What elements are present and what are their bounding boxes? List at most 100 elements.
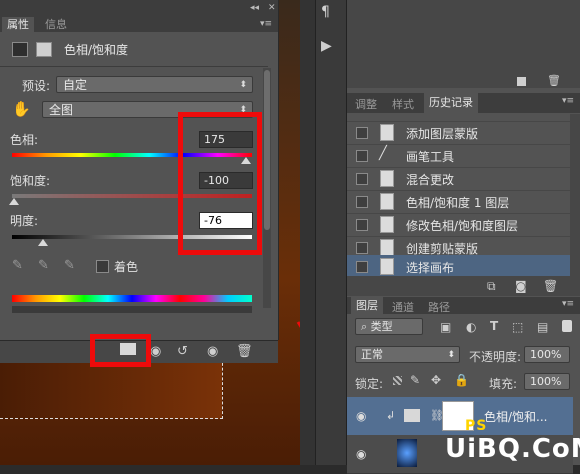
properties-scrollbar-thumb[interactable] [264, 70, 270, 230]
history-item[interactable]: 添加图层蒙版 [347, 121, 572, 145]
lock-pixels-icon[interactable]: ✎ [410, 373, 420, 387]
document-icon [380, 258, 394, 275]
trash-icon[interactable]: 🗑 [547, 74, 561, 87]
tab-channels[interactable]: 通道 [392, 299, 414, 315]
colorize-checkbox[interactable] [96, 260, 109, 273]
actions-panel-footer: 🗑 [347, 0, 580, 88]
snapshot-checkbox[interactable] [356, 261, 368, 273]
adjustment-title: 色相/饱和度 [64, 43, 129, 57]
panel-menu-icon[interactable]: ▾≡ [562, 96, 574, 106]
lock-label: 锁定: [355, 377, 384, 391]
brush-icon: ╱ [379, 146, 387, 161]
lightness-label: 明度: [10, 214, 39, 228]
layer-filter-value: 类型 [370, 320, 393, 333]
tab-styles[interactable]: 样式 [392, 96, 414, 112]
highlight-box-values [178, 112, 262, 255]
hand-adjust-icon[interactable]: ✋ [12, 100, 31, 118]
trash-icon[interactable]: 🗑 [543, 279, 558, 293]
blend-mode-value: 正常 [361, 348, 383, 361]
highlight-box-clip [90, 334, 151, 367]
eyedropper-plus-icon[interactable]: ✎ [38, 258, 49, 273]
view-previous-icon[interactable]: ◉ [150, 344, 161, 359]
lock-transparent-icon[interactable] [393, 376, 402, 385]
document-icon [380, 193, 394, 210]
tab-history[interactable]: 历史记录 [424, 93, 478, 113]
snapshot-checkbox[interactable] [356, 219, 368, 231]
tab-paths[interactable]: 路径 [428, 299, 450, 315]
saturation-slider-thumb[interactable] [9, 198, 19, 205]
document-icon [380, 239, 394, 256]
pixel-filter-icon[interactable]: ▣ [440, 320, 451, 334]
properties-tabbar: 属性 信息 ◂◂ ✕ ▾≡ [0, 0, 278, 32]
history-item-label: 画笔工具 [406, 150, 455, 164]
hue-label: 色相: [10, 133, 39, 147]
panel-menu-icon[interactable]: ▾≡ [260, 19, 272, 29]
type-filter-icon[interactable]: T [490, 319, 498, 333]
history-bottom-bar: ⧉ ◙ 🗑 [347, 276, 580, 296]
fill-input[interactable]: 100% [524, 373, 570, 390]
snapshot-checkbox[interactable] [356, 150, 368, 162]
new-item-icon[interactable] [517, 77, 526, 86]
input-color-bar [12, 295, 252, 302]
chevron-updown-icon: ⬍ [239, 80, 247, 90]
history-item-label: 色相/饱和度 1 图层 [406, 196, 510, 210]
smart-object-filter-icon[interactable]: ▤ [537, 320, 548, 334]
history-item-label: 添加图层蒙版 [406, 127, 479, 141]
trash-icon[interactable]: 🗑 [236, 344, 253, 359]
blend-mode-select[interactable]: 正常 ⬍ [355, 346, 460, 363]
lock-all-icon[interactable]: 🔒 [454, 373, 469, 387]
panel-menu-icon[interactable]: ▾≡ [562, 299, 574, 309]
layer-name: 色相/饱和... [484, 410, 548, 424]
tab-properties[interactable]: 属性 [2, 17, 34, 32]
camera-icon[interactable]: ◙ [515, 279, 527, 293]
fill-label: 填充: [489, 377, 518, 391]
visibility-eye-icon[interactable]: ◉ [356, 409, 366, 423]
opacity-value: 100% [530, 348, 562, 361]
document-icon [380, 124, 394, 141]
document-icon [380, 170, 394, 187]
layer-row-selected[interactable]: ◉ ↲ ⛓ 色相/饱和... [347, 397, 573, 436]
snapshot-checkbox[interactable] [356, 127, 368, 139]
preset-value: 自定 [63, 78, 88, 92]
tab-layers[interactable]: 图层 [351, 297, 383, 314]
history-item[interactable]: 色相/饱和度 1 图层 [347, 190, 572, 214]
eyedropper-minus-icon[interactable]: ✎ [64, 258, 75, 273]
preset-label: 预设: [22, 79, 51, 93]
clipping-arrow-icon: ↲ [386, 409, 396, 422]
play-icon[interactable]: ▶ [321, 38, 332, 54]
history-item-label: 修改色相/饱和度图层 [406, 219, 519, 233]
tab-info[interactable]: 信息 [40, 17, 72, 32]
output-color-bar [12, 306, 252, 313]
history-item[interactable]: 修改色相/饱和度图层 [347, 213, 572, 237]
reset-icon[interactable]: ↺ [177, 344, 188, 359]
eyedropper-icon[interactable]: ✎ [12, 258, 23, 273]
history-scrollbar[interactable] [570, 114, 580, 276]
shape-filter-icon[interactable]: ⬚ [512, 320, 523, 334]
history-item-label: 选择画布 [406, 261, 455, 275]
layer-filter-select[interactable]: ⌕ 类型 [355, 318, 423, 335]
visibility-eye-icon[interactable]: ◉ [207, 344, 218, 359]
tab-adjustments[interactable]: 调整 [355, 96, 377, 112]
opacity-input[interactable]: 100% [524, 346, 570, 363]
snapshot-checkbox[interactable] [356, 173, 368, 185]
preset-select[interactable]: 自定 ⬍ [56, 76, 253, 93]
history-item-label: 混合更改 [406, 173, 455, 187]
mask-icon[interactable] [36, 42, 52, 57]
opacity-label: 不透明度: [469, 350, 522, 364]
new-document-from-state-icon[interactable]: ⧉ [487, 279, 496, 294]
adjustment-filter-icon[interactable]: ◐ [466, 320, 476, 334]
adjustment-layer-icon[interactable] [12, 42, 28, 57]
filter-toggle-icon[interactable] [562, 320, 572, 332]
paragraph-icon[interactable]: ¶ [321, 4, 330, 20]
colorize-label: 着色 [114, 260, 139, 274]
adjustment-layer-icon [404, 409, 420, 422]
visibility-eye-icon[interactable]: ◉ [356, 447, 366, 461]
lightness-slider-thumb[interactable] [38, 239, 48, 246]
lock-position-icon[interactable]: ✥ [431, 373, 441, 387]
close-icon[interactable]: ✕ [268, 3, 276, 13]
history-item[interactable]: ╱ 画笔工具 [347, 144, 572, 168]
collapse-icon[interactable]: ◂◂ [250, 3, 259, 13]
snapshot-checkbox[interactable] [356, 196, 368, 208]
history-item[interactable]: 混合更改 [347, 167, 572, 191]
snapshot-checkbox[interactable] [356, 242, 368, 254]
